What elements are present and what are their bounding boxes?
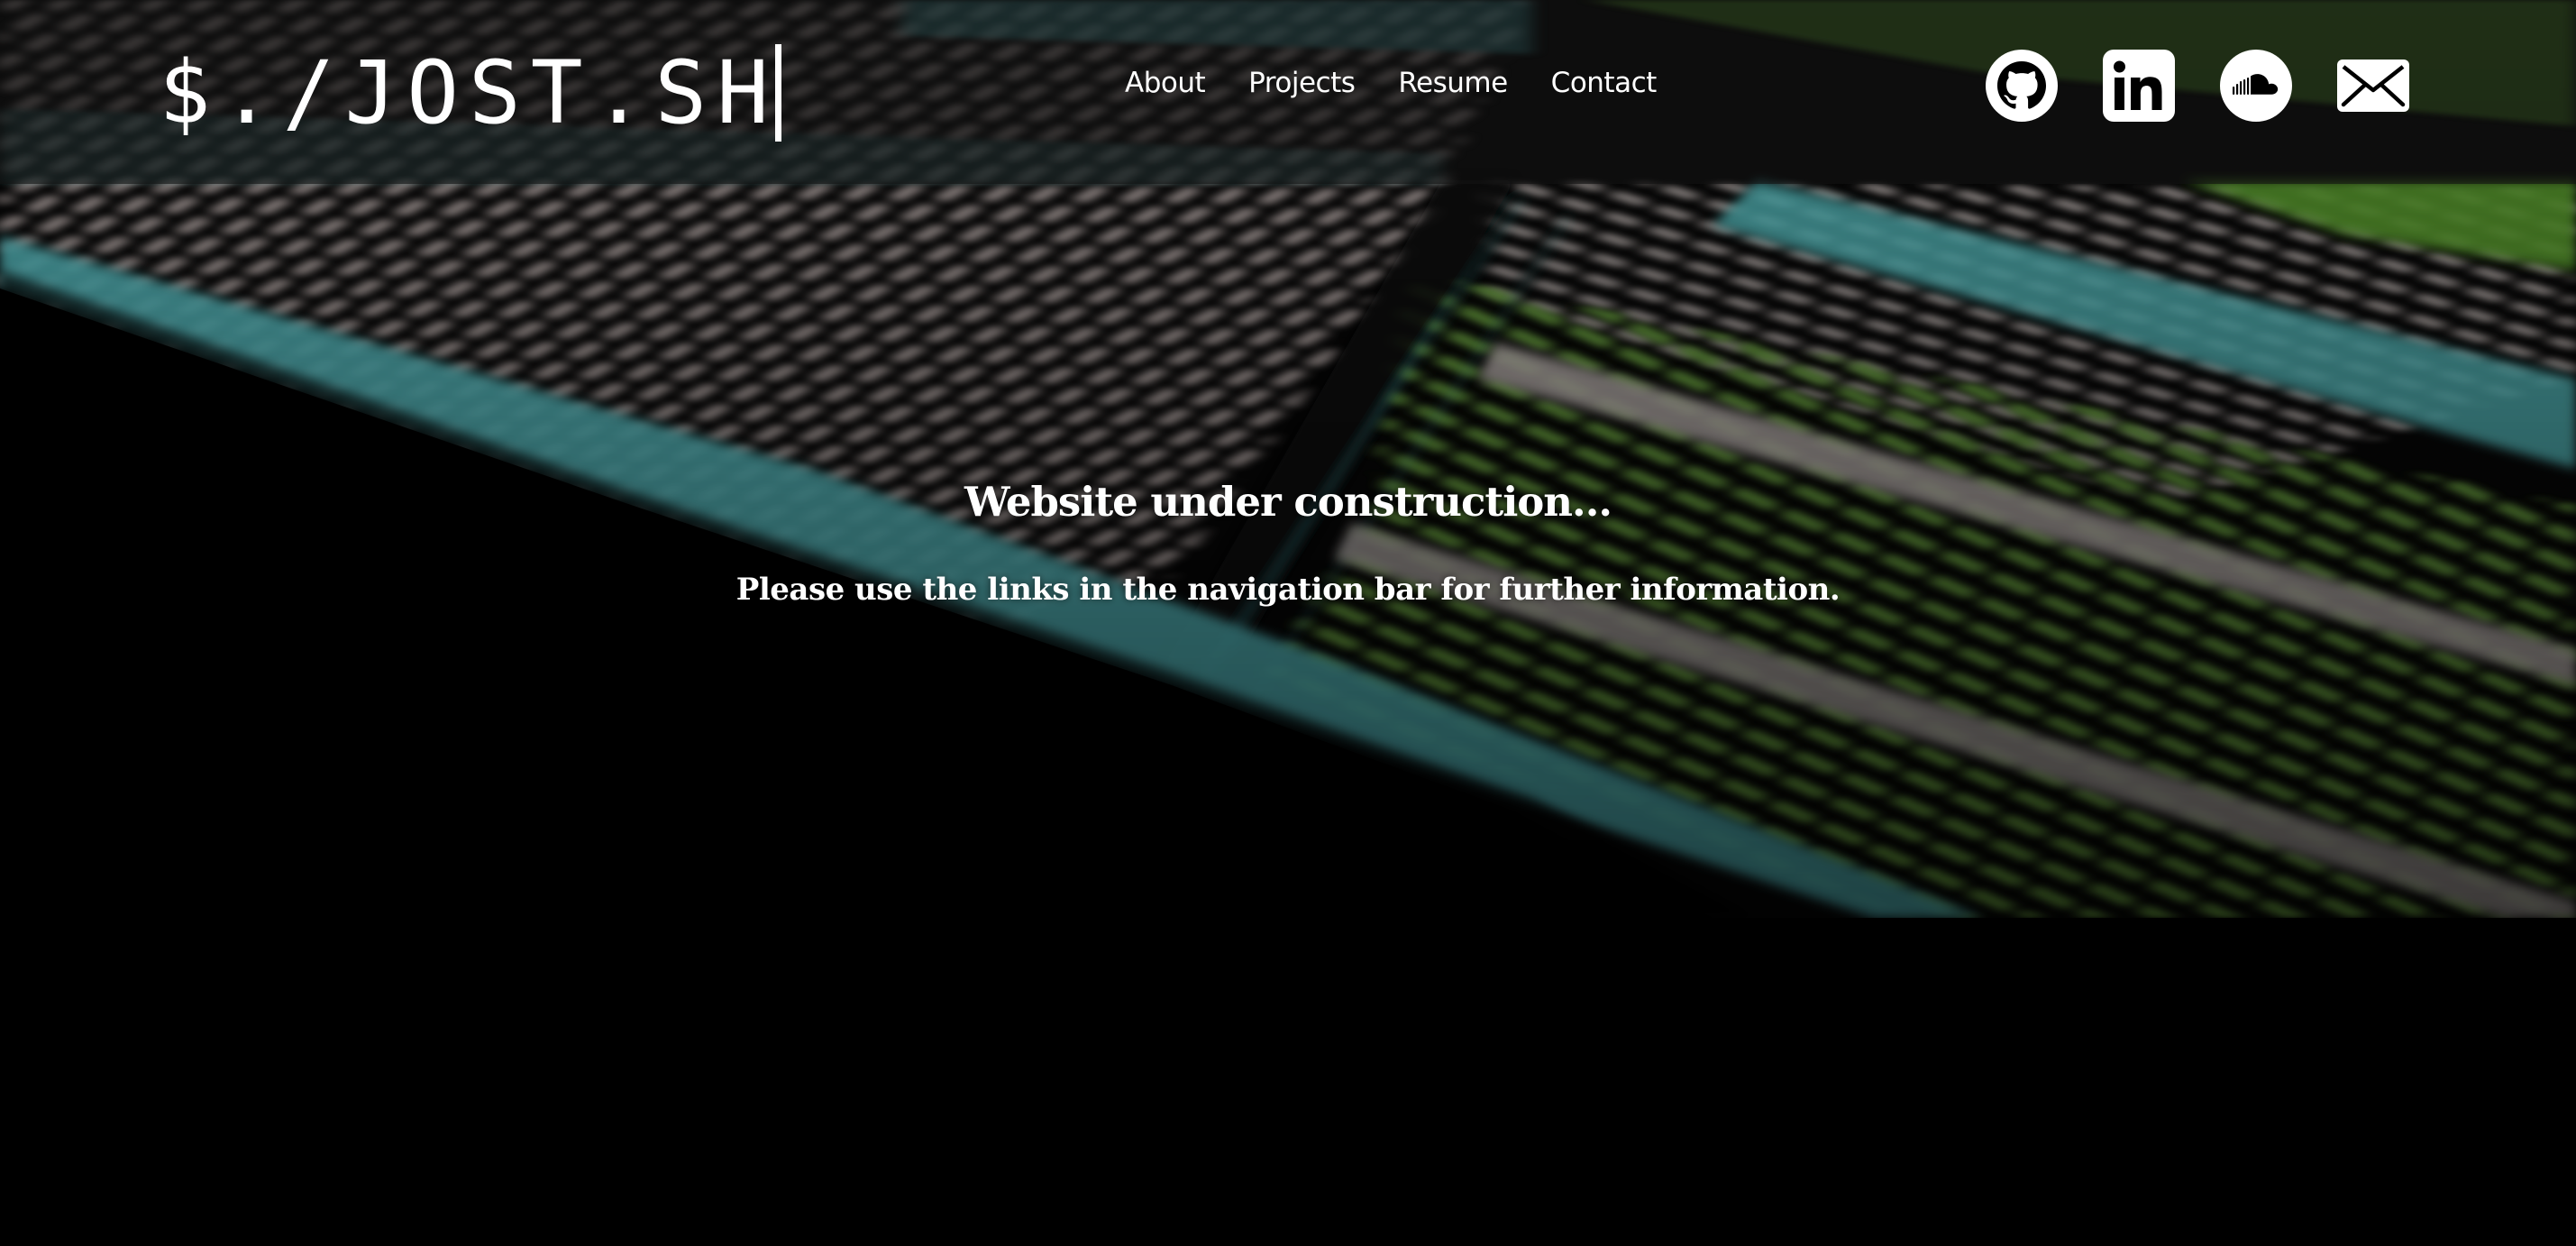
page-subline: Please use the links in the navigation b… [735, 572, 1841, 608]
page: $./JOST.SH About Projects Resume Contact [0, 0, 2576, 1246]
nav-link-resume[interactable]: Resume [1398, 67, 1508, 99]
soundcloud-icon[interactable] [2219, 49, 2293, 123]
social-links [1985, 49, 2410, 123]
page-headline: Website under construction... [964, 478, 1612, 526]
site-logo[interactable]: $./JOST.SH [159, 42, 781, 143]
github-icon[interactable] [1985, 49, 2059, 123]
linkedin-icon[interactable] [2102, 49, 2176, 123]
text-cursor [774, 44, 781, 142]
mail-icon[interactable] [2336, 49, 2410, 123]
nav-link-contact[interactable]: Contact [1551, 67, 1658, 99]
nav-link-projects[interactable]: Projects [1248, 67, 1356, 99]
main-navigation: About Projects Resume Contact [1125, 67, 1657, 99]
site-header: $./JOST.SH About Projects Resume Contact [0, 0, 2576, 184]
nav-link-about[interactable]: About [1125, 67, 1206, 99]
logo-text: $./JOST.SH [159, 42, 779, 143]
